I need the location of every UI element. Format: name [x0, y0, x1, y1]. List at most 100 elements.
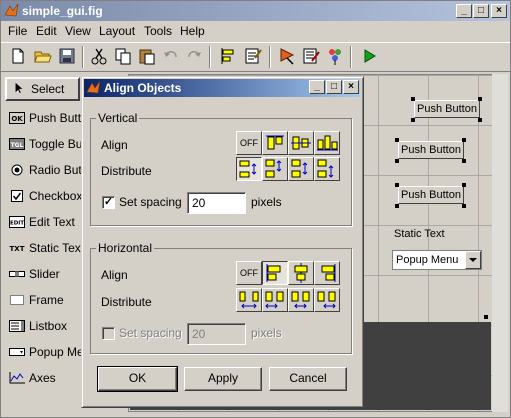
palette-item-toggle-button[interactable]: TGL Toggle Button — [5, 133, 81, 157]
dialog-maximize-button[interactable]: □ — [326, 80, 342, 94]
vertical-set-spacing-label: Set spacing — [119, 195, 182, 209]
palette-label: Push Button — [29, 111, 81, 125]
palette-label: Axes — [29, 371, 56, 385]
selection-handle[interactable] — [395, 204, 399, 208]
palette-item-slider[interactable]: Slider — [5, 263, 80, 287]
horizontal-align-off-button[interactable]: OFF — [236, 261, 262, 285]
palette-item-push-button[interactable]: OK Push Button — [5, 107, 81, 131]
vertical-distribute-top-button[interactable] — [262, 157, 288, 181]
menu-layout[interactable]: Layout — [99, 24, 135, 38]
menu-file[interactable]: File — [8, 24, 27, 38]
selection-handle[interactable] — [395, 159, 399, 163]
palette-item-edit-text[interactable]: EDIT Edit Text — [5, 211, 80, 235]
run-icon[interactable] — [359, 46, 379, 66]
menu-help[interactable]: Help — [180, 24, 205, 38]
selection-handle[interactable] — [462, 159, 466, 163]
vertical-spacing-input[interactable]: 20 — [187, 192, 246, 214]
palette-item-static-text[interactable]: TXT Static Text — [5, 237, 81, 261]
selection-handle[interactable] — [478, 118, 482, 122]
tgl-badge-icon: TGL — [9, 138, 25, 150]
canvas-push-button-3[interactable]: Push Button — [398, 186, 464, 204]
open-folder-icon[interactable] — [33, 46, 53, 66]
palette-item-axes[interactable]: Axes — [5, 367, 80, 391]
vertical-align-top-button[interactable] — [262, 131, 288, 155]
vertical-align-bottom-button[interactable] — [314, 131, 340, 155]
canvas-popup-menu[interactable]: Popup Menu — [392, 250, 482, 270]
main-maximize-button[interactable]: □ — [473, 4, 489, 18]
palette-item-popup-menu[interactable]: Popup Menu — [5, 341, 81, 365]
matlab-logo-icon — [86, 80, 101, 94]
selection-handle[interactable] — [462, 204, 466, 208]
dialog-minimize-button[interactable]: _ — [309, 80, 325, 94]
horizontal-align-left-button[interactable] — [262, 261, 288, 285]
edit-badge-text: EDIT — [10, 221, 24, 227]
horizontal-distribute-left-button[interactable] — [262, 288, 288, 312]
popup-arrow-button[interactable] — [465, 251, 481, 269]
canvas-static-text[interactable]: Static Text — [394, 228, 445, 240]
canvas-vertical-scrollbar[interactable] — [492, 74, 508, 412]
main-close-button[interactable]: × — [491, 4, 507, 18]
horizontal-distribute-spacing-button[interactable] — [236, 288, 262, 312]
vertical-distribute-center-button[interactable] — [288, 157, 314, 181]
horizontal-distribute-right-button[interactable] — [314, 288, 340, 312]
property-inspector-icon[interactable] — [325, 46, 345, 66]
ok-button[interactable]: OK — [97, 366, 178, 392]
selection-handle[interactable] — [411, 118, 415, 122]
tab-order-icon[interactable] — [277, 46, 297, 66]
dialog-titlebar[interactable]: Align Objects _ □ × — [84, 79, 360, 97]
apply-button[interactable]: Apply — [184, 367, 262, 391]
selection-handle[interactable] — [462, 138, 466, 142]
dialog-close-button[interactable]: × — [343, 80, 359, 94]
selection-handle[interactable] — [411, 97, 415, 101]
palette-item-checkbox[interactable]: Checkbox — [5, 185, 81, 209]
paste-icon[interactable] — [137, 46, 157, 66]
vertical-align-center-button[interactable] — [288, 131, 314, 155]
selection-handle[interactable] — [462, 183, 466, 187]
canvas-push-button-2[interactable]: Push Button — [398, 141, 464, 159]
selection-handle[interactable] — [478, 97, 482, 101]
axes-icon — [9, 372, 25, 384]
checkbox-icon — [11, 190, 23, 202]
horizontal-align-right-button[interactable] — [314, 261, 340, 285]
horizontal-set-spacing-checkbox[interactable] — [102, 327, 115, 340]
selection-handle[interactable] — [395, 138, 399, 142]
distribute-middle-icon — [291, 159, 308, 178]
toolbar-separator — [269, 46, 271, 68]
vertical-align-off-button[interactable]: OFF — [236, 131, 262, 155]
horizontal-spacing-input[interactable]: 20 — [187, 323, 246, 345]
save-icon[interactable] — [57, 46, 77, 66]
vertical-set-spacing-checkbox[interactable]: ✓ — [102, 196, 115, 209]
redo-icon[interactable] — [184, 46, 204, 66]
m-file-editor-icon[interactable] — [301, 46, 321, 66]
menu-tools[interactable]: Tools — [144, 24, 172, 38]
toolbar-separator — [82, 46, 84, 68]
undo-icon[interactable] — [161, 46, 181, 66]
new-file-icon[interactable] — [8, 46, 28, 66]
palette-item-select[interactable]: Select — [5, 77, 80, 101]
menu-editor-icon[interactable] — [243, 46, 263, 66]
menubar: File Edit View Layout Tools Help — [1, 21, 510, 41]
palette-item-listbox[interactable]: Listbox — [5, 315, 80, 339]
horizontal-align-center-button[interactable] — [288, 261, 314, 285]
toolbar-separator — [209, 46, 211, 68]
selection-handle[interactable] — [395, 183, 399, 187]
palette-label: Listbox — [29, 319, 68, 333]
main-minimize-button[interactable]: _ — [456, 4, 472, 18]
vertical-pixels-label: pixels — [251, 195, 282, 209]
vertical-distribute-spacing-button[interactable] — [236, 157, 262, 181]
palette-item-frame[interactable]: Frame — [5, 289, 80, 313]
cut-icon[interactable] — [89, 46, 109, 66]
palette-label: Toggle Button — [29, 137, 81, 151]
horizontal-align-label: Align — [101, 268, 128, 282]
canvas-resize-handle[interactable] — [484, 315, 488, 319]
menu-edit[interactable]: Edit — [36, 24, 57, 38]
vertical-distribute-bottom-button[interactable] — [314, 157, 340, 181]
copy-icon[interactable] — [113, 46, 133, 66]
horizontal-distribute-center-button[interactable] — [288, 288, 314, 312]
main-titlebar[interactable]: simple_gui.fig _ □ × — [1, 1, 510, 21]
align-objects-icon[interactable] — [218, 46, 238, 66]
palette-item-radio-button[interactable]: Radio Button — [5, 159, 81, 183]
menu-view[interactable]: View — [65, 24, 91, 38]
canvas-push-button-1[interactable]: Push Button — [414, 100, 480, 118]
cancel-button[interactable]: Cancel — [269, 367, 347, 391]
